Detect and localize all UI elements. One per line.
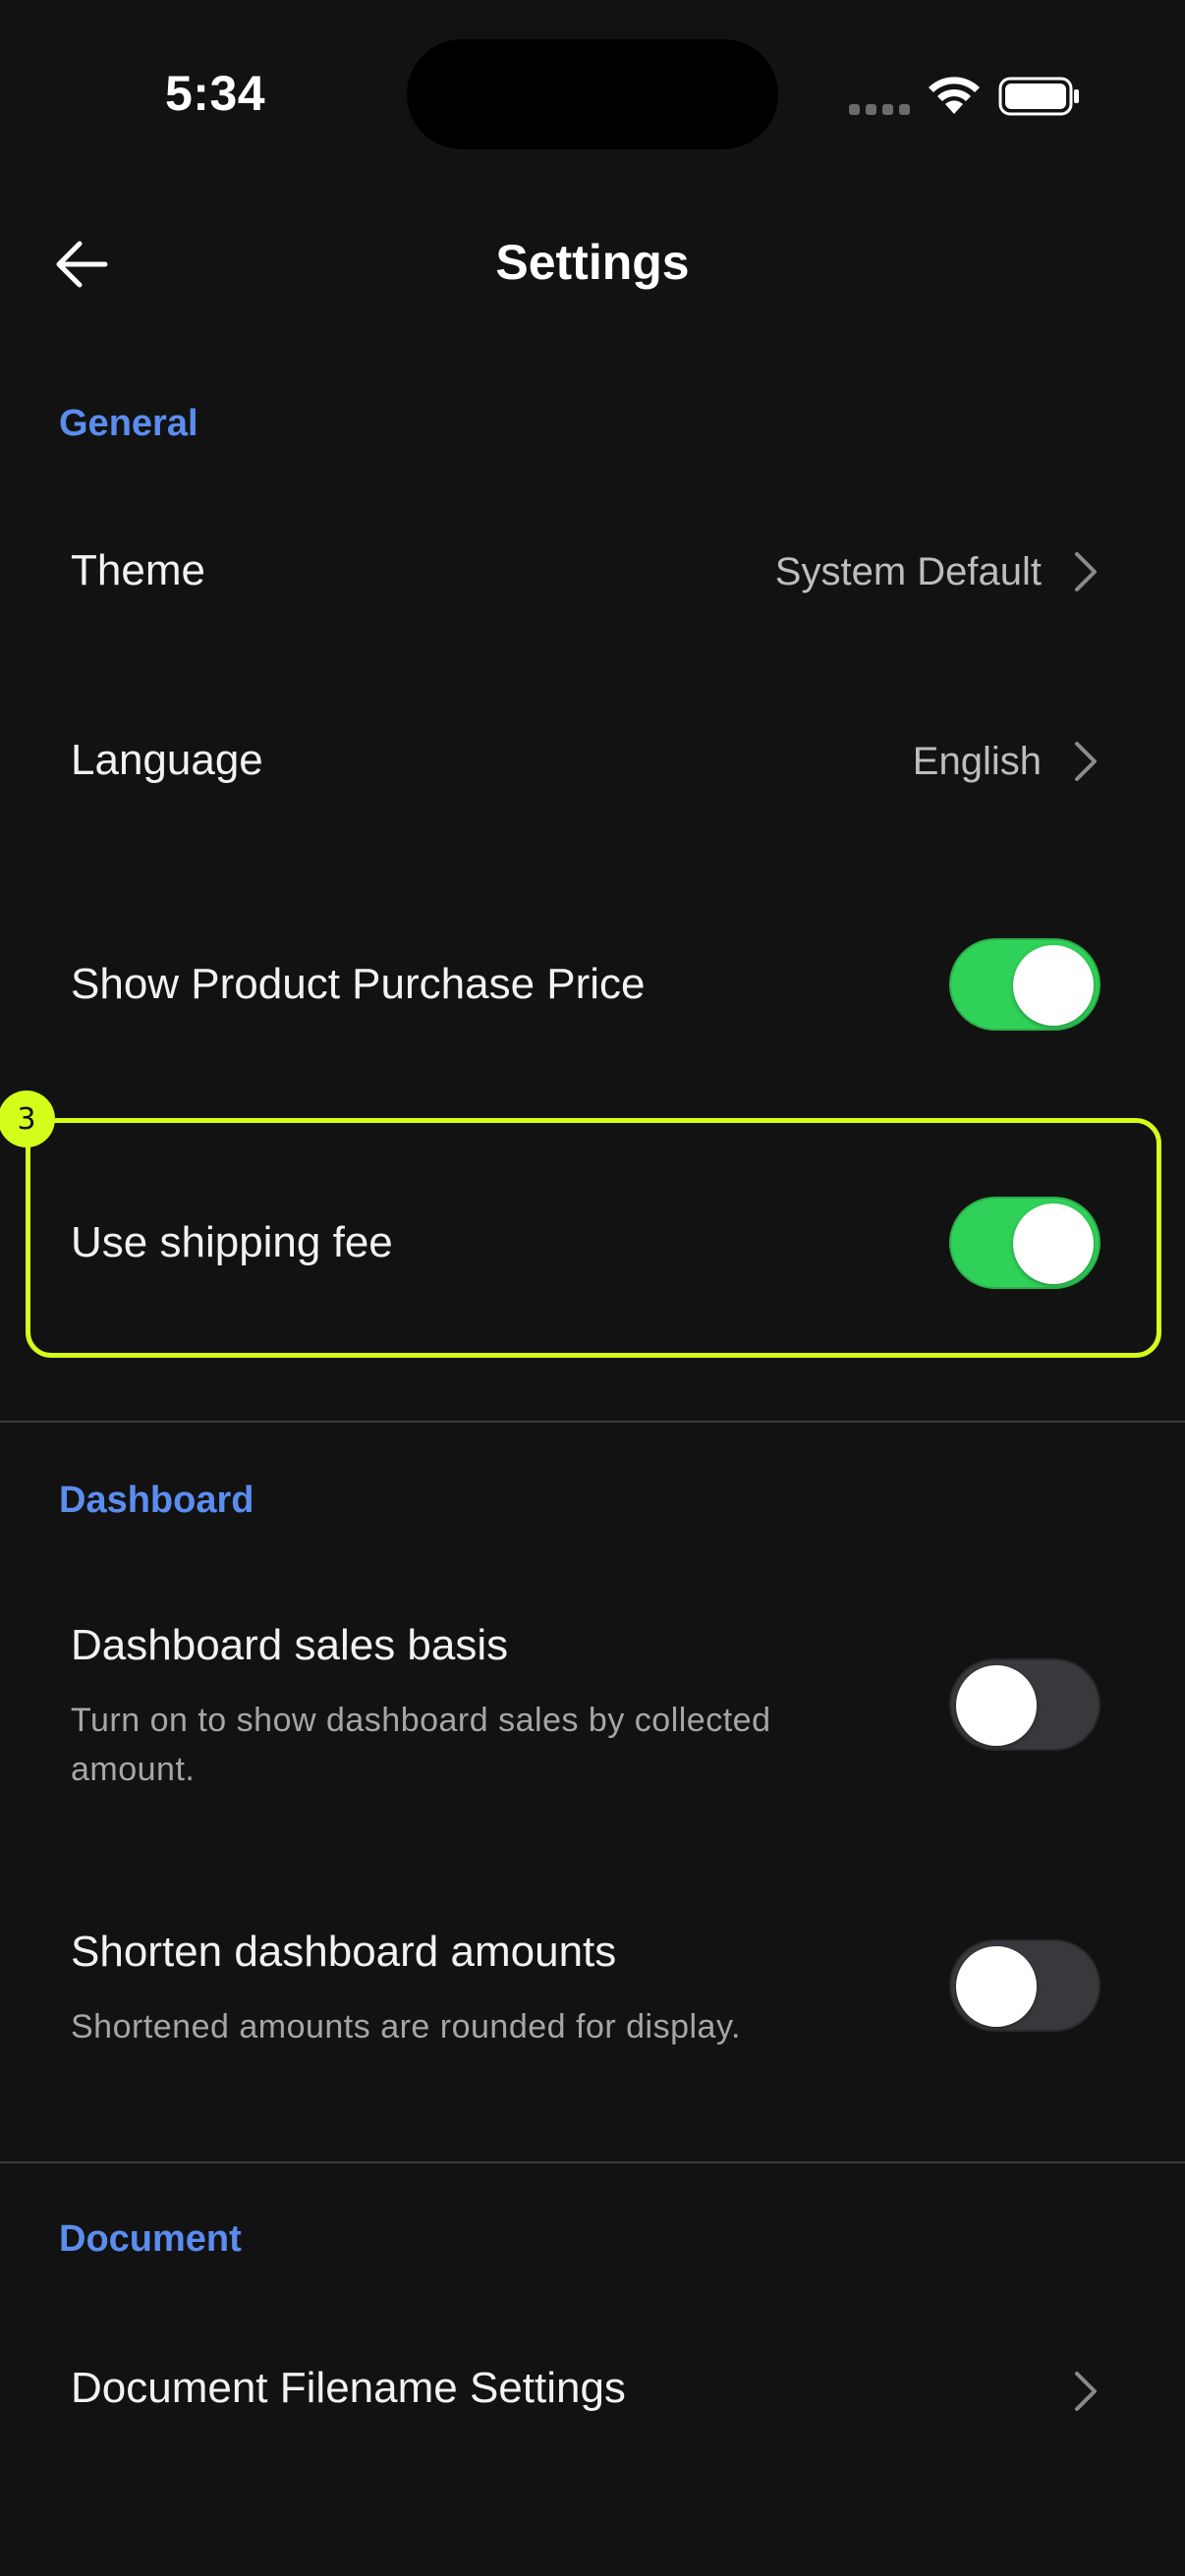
wifi-icon xyxy=(929,77,980,114)
dynamic-island xyxy=(407,39,778,149)
chevron-right-icon xyxy=(1075,742,1097,781)
filename-settings-label: Document Filename Settings xyxy=(71,2364,626,2412)
section-divider xyxy=(0,1421,1185,1423)
purchase-price-toggle[interactable] xyxy=(949,938,1100,1031)
section-title-general: General xyxy=(59,403,198,444)
language-label: Language xyxy=(71,736,263,784)
toggle-knob xyxy=(956,1665,1037,1746)
sales-basis-row: Dashboard sales basis Turn on to show da… xyxy=(0,1621,1185,1798)
chevron-right-icon xyxy=(1075,2372,1097,2411)
chevron-right-icon xyxy=(1075,552,1097,591)
shorten-amounts-toggle[interactable] xyxy=(949,1939,1100,2032)
annotation-highlight-box xyxy=(26,1118,1161,1358)
toggle-knob xyxy=(956,1946,1037,2027)
purchase-price-row: Show Product Purchase Price xyxy=(0,938,1185,1031)
filename-settings-row[interactable]: Document Filename Settings xyxy=(0,2350,1185,2435)
page-title: Settings xyxy=(495,235,690,290)
battery-icon xyxy=(998,77,1079,116)
purchase-price-label: Show Product Purchase Price xyxy=(71,960,646,1008)
settings-screen: 5:34 Settings General Theme System Defau… xyxy=(0,0,1185,2576)
toggle-knob xyxy=(1013,945,1094,1026)
theme-value: System Default xyxy=(774,550,1042,593)
status-time: 5:34 xyxy=(165,66,266,121)
sales-basis-label: Dashboard sales basis xyxy=(71,1621,509,1669)
section-divider xyxy=(0,2161,1185,2163)
cellular-signal-icon xyxy=(849,104,910,115)
shorten-amounts-row: Shorten dashboard amounts Shortened amou… xyxy=(0,1928,1185,2055)
section-title-dashboard: Dashboard xyxy=(59,1480,254,1521)
theme-label: Theme xyxy=(71,546,205,594)
language-row[interactable]: Language English xyxy=(0,720,1185,805)
annotation-badge: 3 xyxy=(0,1091,55,1148)
sales-basis-description: Turn on to show dashboard sales by colle… xyxy=(71,1702,771,1788)
theme-row[interactable]: Theme System Default xyxy=(0,531,1185,615)
sales-basis-toggle[interactable] xyxy=(949,1658,1100,1751)
shorten-amounts-label: Shorten dashboard amounts xyxy=(71,1928,617,1976)
shorten-amounts-description: Shortened amounts are rounded for displa… xyxy=(71,2008,741,2045)
section-title-document: Document xyxy=(59,2218,242,2260)
language-value: English xyxy=(912,740,1042,783)
